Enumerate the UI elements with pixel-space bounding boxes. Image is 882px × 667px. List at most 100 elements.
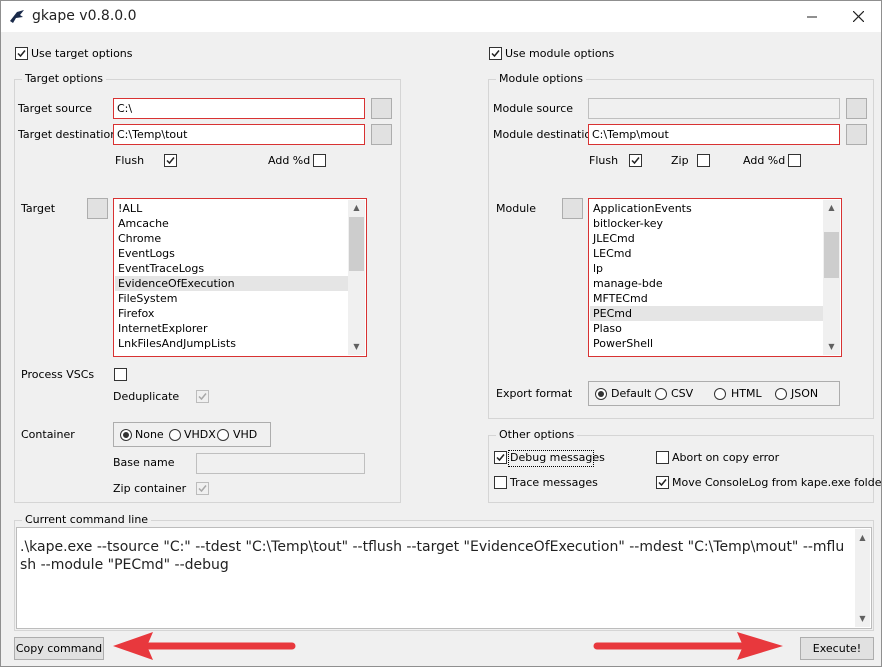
module-add-d-checkbox[interactable] [788, 154, 801, 167]
module-item-lecmd[interactable]: LECmd [593, 246, 631, 261]
scroll-thumb[interactable] [349, 217, 364, 271]
module-flush-label: Flush [589, 154, 619, 167]
export-json-label: JSON [791, 387, 819, 400]
export-csv-radio[interactable] [655, 388, 667, 400]
module-destination-browse-button[interactable] [846, 124, 867, 145]
scroll-down-icon[interactable]: ▼ [348, 340, 365, 354]
target-item-filesystem[interactable]: FileSystem [118, 291, 177, 306]
module-source-browse-button[interactable] [846, 98, 867, 119]
target-list-scrollbar[interactable]: ▲ ▼ [348, 200, 365, 355]
use-module-options-checkbox[interactable] [489, 47, 502, 60]
abort-on-copy-error-checkbox[interactable] [656, 451, 669, 464]
container-vhdx-radio[interactable] [169, 429, 181, 441]
module-flush-checkbox[interactable] [629, 154, 642, 167]
module-item-mftecmd[interactable]: MFTECmd [593, 291, 648, 306]
container-radio-group: None VHDX VHD [113, 422, 271, 447]
command-line-text: .\kape.exe --tsource "C:" --tdest "C:\Te… [20, 539, 845, 573]
scroll-thumb[interactable] [824, 232, 839, 278]
module-item-jlecmd[interactable]: JLECmd [593, 231, 635, 246]
target-destination-label: Target destination [18, 128, 118, 141]
minimize-icon [807, 16, 817, 18]
scroll-down-icon[interactable]: ▼ [823, 340, 840, 354]
module-item-powershell[interactable]: PowerShell [593, 336, 653, 351]
target-item-firefox[interactable]: Firefox [118, 306, 154, 321]
close-button[interactable] [835, 1, 881, 32]
container-label: Container [21, 428, 75, 441]
target-item-lnkfilesandjumplists[interactable]: LnkFilesAndJumpLists [118, 336, 236, 351]
arrow-left-icon [113, 632, 296, 660]
target-item-amcache[interactable]: Amcache [118, 216, 169, 231]
command-line-title: Current command line [22, 513, 152, 527]
command-scrollbar[interactable]: ▲ ▼ [855, 529, 870, 627]
use-target-options-checkbox[interactable] [15, 47, 28, 60]
check-icon [658, 479, 667, 487]
other-options-group [488, 435, 874, 503]
copy-command-button[interactable]: Copy command [14, 637, 104, 660]
container-none-label: None [135, 428, 164, 441]
module-source-label: Module source [493, 102, 574, 115]
deduplicate-checkbox[interactable] [196, 390, 209, 403]
zip-container-checkbox[interactable] [196, 482, 209, 495]
debug-messages-checkbox[interactable] [494, 451, 507, 464]
check-icon [631, 157, 640, 165]
container-vhdx-label: VHDX [184, 428, 216, 441]
target-item-evidenceofexecution[interactable]: EvidenceOfExecution [115, 276, 349, 291]
target-item-chrome[interactable]: Chrome [118, 231, 161, 246]
use-module-options-label: Use module options [505, 47, 615, 60]
module-item-lp[interactable]: lp [593, 261, 603, 276]
module-item-pecmd[interactable]: PECmd [590, 306, 824, 321]
module-item-applicationevents[interactable]: ApplicationEvents [593, 201, 692, 216]
command-line-textbox[interactable]: .\kape.exe --tsource "C:" --tdest "C:\Te… [16, 527, 872, 629]
trace-messages-checkbox[interactable] [494, 476, 507, 489]
container-none-radio[interactable] [120, 429, 132, 441]
target-source-input[interactable]: C:\ [113, 98, 365, 119]
export-html-label: HTML [731, 387, 762, 400]
scroll-up-icon[interactable]: ▲ [348, 201, 365, 215]
target-item-internetexplorer[interactable]: InternetExplorer [118, 321, 207, 336]
check-icon [496, 454, 505, 462]
target-item-all[interactable]: !ALL [118, 201, 142, 216]
module-item-bitlocker-key[interactable]: bitlocker-key [593, 216, 663, 231]
check-icon [198, 393, 207, 401]
other-options-title: Other options [496, 428, 578, 442]
target-listbox[interactable]: !ALL Amcache Chrome EventLogs EventTrace… [113, 198, 367, 357]
module-zip-checkbox[interactable] [697, 154, 710, 167]
target-source-browse-button[interactable] [371, 98, 392, 119]
target-flush-checkbox[interactable] [164, 154, 177, 167]
module-listbox[interactable]: ApplicationEvents bitlocker-key JLECmd L… [588, 198, 842, 357]
minimize-button[interactable] [789, 1, 835, 32]
container-vhd-radio[interactable] [217, 429, 229, 441]
target-destination-input[interactable]: C:\Temp\tout [113, 124, 365, 145]
module-zip-label: Zip [671, 154, 689, 167]
module-source-input[interactable] [588, 98, 840, 119]
module-add-d-label: Add %d [743, 154, 786, 167]
target-edit-button[interactable] [87, 198, 108, 219]
module-options-title: Module options [496, 72, 587, 86]
module-list-scrollbar[interactable]: ▲ ▼ [823, 200, 840, 355]
module-item-plaso[interactable]: Plaso [593, 321, 622, 336]
execute-button[interactable]: Execute! [800, 637, 874, 660]
export-default-radio[interactable] [595, 388, 607, 400]
export-html-radio[interactable] [714, 388, 726, 400]
export-format-radio-group: Default CSV HTML JSON [588, 381, 840, 406]
target-item-eventtracelogs[interactable]: EventTraceLogs [118, 261, 204, 276]
target-add-d-checkbox[interactable] [313, 154, 326, 167]
export-json-radio[interactable] [775, 388, 787, 400]
scroll-up-icon[interactable]: ▲ [823, 201, 840, 215]
module-edit-button[interactable] [562, 198, 583, 219]
base-name-input[interactable] [196, 453, 365, 474]
title-bar: gkape v0.8.0.0 [1, 1, 881, 32]
module-destination-input[interactable]: C:\Temp\mout [588, 124, 840, 145]
zip-container-label: Zip container [113, 482, 187, 495]
module-item-manage-bde[interactable]: manage-bde [593, 276, 663, 291]
scroll-up-icon[interactable]: ▲ [855, 531, 870, 545]
window-title: gkape v0.8.0.0 [32, 8, 137, 24]
check-icon [17, 50, 26, 58]
target-destination-browse-button[interactable] [371, 124, 392, 145]
export-csv-label: CSV [671, 387, 694, 400]
move-consolelog-checkbox[interactable] [656, 476, 669, 489]
target-item-eventlogs[interactable]: EventLogs [118, 246, 175, 261]
process-vscs-label: Process VSCs [21, 368, 95, 381]
process-vscs-checkbox[interactable] [114, 368, 127, 381]
scroll-down-icon[interactable]: ▼ [855, 612, 870, 626]
